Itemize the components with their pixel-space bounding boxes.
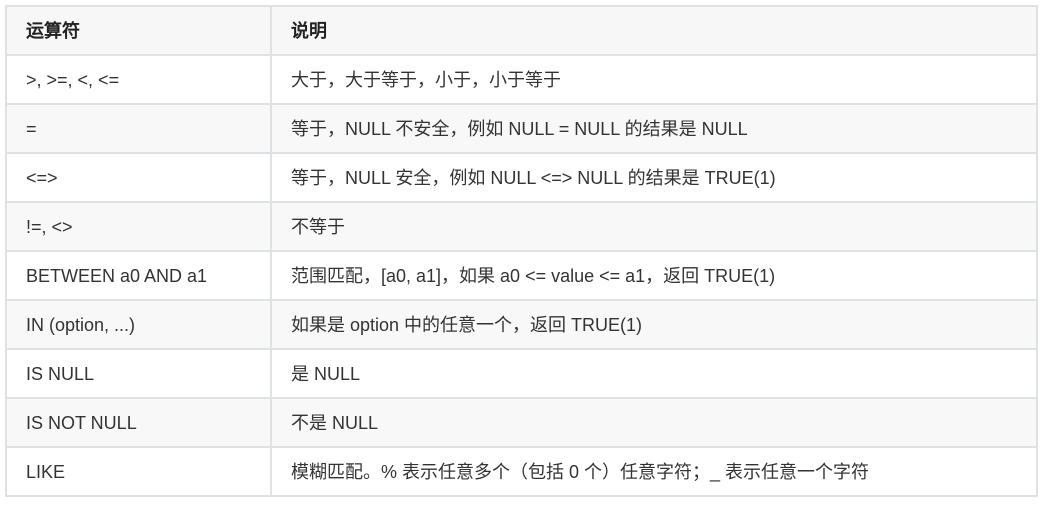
description-cell: 不是 NULL	[270, 397, 1038, 448]
table-row: IS NOT NULL 不是 NULL	[5, 397, 1038, 448]
table-row: BETWEEN a0 AND a1 范围匹配，[a0, a1]，如果 a0 <=…	[5, 250, 1038, 301]
table-row: LIKE 模糊匹配。% 表示任意多个（包括 0 个）任意字符；_ 表示任意一个字…	[5, 446, 1038, 497]
table-row: <=> 等于，NULL 安全，例如 NULL <=> NULL 的结果是 TRU…	[5, 152, 1038, 203]
operator-cell: LIKE	[5, 446, 272, 497]
description-cell: 模糊匹配。% 表示任意多个（包括 0 个）任意字符；_ 表示任意一个字符	[270, 446, 1038, 497]
table-row: >, >=, <, <= 大于，大于等于，小于，小于等于	[5, 54, 1038, 105]
operator-cell: BETWEEN a0 AND a1	[5, 250, 272, 301]
description-cell: 等于，NULL 不安全，例如 NULL = NULL 的结果是 NULL	[270, 103, 1038, 154]
operator-cell: !=, <>	[5, 201, 272, 252]
table-header-row: 运算符 说明	[5, 5, 1038, 56]
operator-cell: IS NULL	[5, 348, 272, 399]
description-cell: 范围匹配，[a0, a1]，如果 a0 <= value <= a1，返回 TR…	[270, 250, 1038, 301]
description-cell: 大于，大于等于，小于，小于等于	[270, 54, 1038, 105]
operator-cell: IN (option, ...)	[5, 299, 272, 350]
operator-table-container: 运算符 说明 >, >=, <, <= 大于，大于等于，小于，小于等于 = 等于…	[5, 5, 1038, 497]
operator-cell: <=>	[5, 152, 272, 203]
table-row: IN (option, ...) 如果是 option 中的任意一个，返回 TR…	[5, 299, 1038, 350]
operator-cell: >, >=, <, <=	[5, 54, 272, 105]
description-cell: 等于，NULL 安全，例如 NULL <=> NULL 的结果是 TRUE(1)	[270, 152, 1038, 203]
table-row: !=, <> 不等于	[5, 201, 1038, 252]
operator-cell: =	[5, 103, 272, 154]
description-cell: 如果是 option 中的任意一个，返回 TRUE(1)	[270, 299, 1038, 350]
operator-table: 运算符 说明 >, >=, <, <= 大于，大于等于，小于，小于等于 = 等于…	[5, 5, 1038, 497]
header-description: 说明	[270, 5, 1038, 56]
table-row: IS NULL 是 NULL	[5, 348, 1038, 399]
table-row: = 等于，NULL 不安全，例如 NULL = NULL 的结果是 NULL	[5, 103, 1038, 154]
description-cell: 是 NULL	[270, 348, 1038, 399]
header-operator: 运算符	[5, 5, 272, 56]
description-cell: 不等于	[270, 201, 1038, 252]
operator-cell: IS NOT NULL	[5, 397, 272, 448]
